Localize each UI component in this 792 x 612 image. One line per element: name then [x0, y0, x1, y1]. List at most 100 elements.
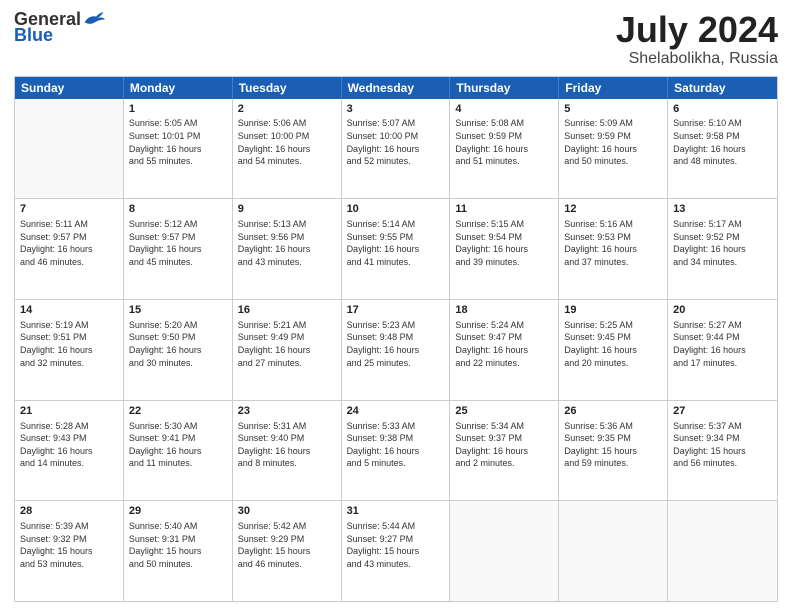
day-2: 2Sunrise: 5:06 AM Sunset: 10:00 PM Dayli… — [233, 99, 342, 199]
weekday-wednesday: Wednesday — [342, 77, 451, 99]
day-21: 21Sunrise: 5:28 AM Sunset: 9:43 PM Dayli… — [15, 401, 124, 501]
day-3: 3Sunrise: 5:07 AM Sunset: 10:00 PM Dayli… — [342, 99, 451, 199]
day-number-13: 13 — [673, 202, 772, 217]
day-6: 6Sunrise: 5:10 AM Sunset: 9:58 PM Daylig… — [668, 99, 777, 199]
day-28: 28Sunrise: 5:39 AM Sunset: 9:32 PM Dayli… — [15, 501, 124, 601]
header: General Blue July 2024 Shelabolikha, Rus… — [14, 10, 778, 68]
day-13: 13Sunrise: 5:17 AM Sunset: 9:52 PM Dayli… — [668, 199, 777, 299]
day-info-4: Sunrise: 5:08 AM Sunset: 9:59 PM Dayligh… — [455, 117, 553, 167]
day-number-31: 31 — [347, 504, 445, 519]
empty-cell — [450, 501, 559, 601]
day-number-24: 24 — [347, 404, 445, 419]
weekday-friday: Friday — [559, 77, 668, 99]
day-info-13: Sunrise: 5:17 AM Sunset: 9:52 PM Dayligh… — [673, 218, 772, 268]
day-info-3: Sunrise: 5:07 AM Sunset: 10:00 PM Daylig… — [347, 117, 445, 167]
day-number-22: 22 — [129, 404, 227, 419]
day-number-2: 2 — [238, 102, 336, 117]
day-info-30: Sunrise: 5:42 AM Sunset: 9:29 PM Dayligh… — [238, 520, 336, 570]
day-30: 30Sunrise: 5:42 AM Sunset: 9:29 PM Dayli… — [233, 501, 342, 601]
day-1: 1Sunrise: 5:05 AM Sunset: 10:01 PM Dayli… — [124, 99, 233, 199]
day-info-14: Sunrise: 5:19 AM Sunset: 9:51 PM Dayligh… — [20, 319, 118, 369]
day-number-17: 17 — [347, 303, 445, 318]
day-info-19: Sunrise: 5:25 AM Sunset: 9:45 PM Dayligh… — [564, 319, 662, 369]
weekday-sunday: Sunday — [15, 77, 124, 99]
day-number-15: 15 — [129, 303, 227, 318]
calendar-body: 1Sunrise: 5:05 AM Sunset: 10:01 PM Dayli… — [15, 99, 777, 601]
day-number-1: 1 — [129, 102, 227, 117]
day-number-28: 28 — [20, 504, 118, 519]
day-24: 24Sunrise: 5:33 AM Sunset: 9:38 PM Dayli… — [342, 401, 451, 501]
calendar-week-4: 21Sunrise: 5:28 AM Sunset: 9:43 PM Dayli… — [15, 401, 777, 502]
empty-cell — [668, 501, 777, 601]
day-info-10: Sunrise: 5:14 AM Sunset: 9:55 PM Dayligh… — [347, 218, 445, 268]
calendar: Sunday Monday Tuesday Wednesday Thursday… — [14, 76, 778, 602]
day-number-7: 7 — [20, 202, 118, 217]
day-info-17: Sunrise: 5:23 AM Sunset: 9:48 PM Dayligh… — [347, 319, 445, 369]
page: General Blue July 2024 Shelabolikha, Rus… — [0, 0, 792, 612]
day-number-6: 6 — [673, 102, 772, 117]
day-info-23: Sunrise: 5:31 AM Sunset: 9:40 PM Dayligh… — [238, 420, 336, 470]
day-29: 29Sunrise: 5:40 AM Sunset: 9:31 PM Dayli… — [124, 501, 233, 601]
day-number-19: 19 — [564, 303, 662, 318]
calendar-week-5: 28Sunrise: 5:39 AM Sunset: 9:32 PM Dayli… — [15, 501, 777, 601]
day-info-6: Sunrise: 5:10 AM Sunset: 9:58 PM Dayligh… — [673, 117, 772, 167]
day-number-10: 10 — [347, 202, 445, 217]
day-number-30: 30 — [238, 504, 336, 519]
day-16: 16Sunrise: 5:21 AM Sunset: 9:49 PM Dayli… — [233, 300, 342, 400]
day-8: 8Sunrise: 5:12 AM Sunset: 9:57 PM Daylig… — [124, 199, 233, 299]
title-block: July 2024 Shelabolikha, Russia — [616, 10, 778, 68]
day-number-9: 9 — [238, 202, 336, 217]
day-5: 5Sunrise: 5:09 AM Sunset: 9:59 PM Daylig… — [559, 99, 668, 199]
day-27: 27Sunrise: 5:37 AM Sunset: 9:34 PM Dayli… — [668, 401, 777, 501]
day-number-26: 26 — [564, 404, 662, 419]
day-23: 23Sunrise: 5:31 AM Sunset: 9:40 PM Dayli… — [233, 401, 342, 501]
weekday-thursday: Thursday — [450, 77, 559, 99]
logo-bird-icon — [83, 9, 105, 27]
day-number-4: 4 — [455, 102, 553, 117]
day-info-31: Sunrise: 5:44 AM Sunset: 9:27 PM Dayligh… — [347, 520, 445, 570]
day-22: 22Sunrise: 5:30 AM Sunset: 9:41 PM Dayli… — [124, 401, 233, 501]
weekday-monday: Monday — [124, 77, 233, 99]
day-9: 9Sunrise: 5:13 AM Sunset: 9:56 PM Daylig… — [233, 199, 342, 299]
day-number-16: 16 — [238, 303, 336, 318]
day-info-9: Sunrise: 5:13 AM Sunset: 9:56 PM Dayligh… — [238, 218, 336, 268]
day-info-20: Sunrise: 5:27 AM Sunset: 9:44 PM Dayligh… — [673, 319, 772, 369]
day-info-2: Sunrise: 5:06 AM Sunset: 10:00 PM Daylig… — [238, 117, 336, 167]
day-info-24: Sunrise: 5:33 AM Sunset: 9:38 PM Dayligh… — [347, 420, 445, 470]
day-number-23: 23 — [238, 404, 336, 419]
day-number-14: 14 — [20, 303, 118, 318]
day-info-26: Sunrise: 5:36 AM Sunset: 9:35 PM Dayligh… — [564, 420, 662, 470]
empty-cell — [559, 501, 668, 601]
day-info-7: Sunrise: 5:11 AM Sunset: 9:57 PM Dayligh… — [20, 218, 118, 268]
day-info-21: Sunrise: 5:28 AM Sunset: 9:43 PM Dayligh… — [20, 420, 118, 470]
day-info-12: Sunrise: 5:16 AM Sunset: 9:53 PM Dayligh… — [564, 218, 662, 268]
day-11: 11Sunrise: 5:15 AM Sunset: 9:54 PM Dayli… — [450, 199, 559, 299]
location-title: Shelabolikha, Russia — [616, 50, 778, 68]
day-number-18: 18 — [455, 303, 553, 318]
day-25: 25Sunrise: 5:34 AM Sunset: 9:37 PM Dayli… — [450, 401, 559, 501]
day-7: 7Sunrise: 5:11 AM Sunset: 9:57 PM Daylig… — [15, 199, 124, 299]
day-info-18: Sunrise: 5:24 AM Sunset: 9:47 PM Dayligh… — [455, 319, 553, 369]
day-4: 4Sunrise: 5:08 AM Sunset: 9:59 PM Daylig… — [450, 99, 559, 199]
calendar-week-3: 14Sunrise: 5:19 AM Sunset: 9:51 PM Dayli… — [15, 300, 777, 401]
day-info-1: Sunrise: 5:05 AM Sunset: 10:01 PM Daylig… — [129, 117, 227, 167]
day-number-20: 20 — [673, 303, 772, 318]
day-15: 15Sunrise: 5:20 AM Sunset: 9:50 PM Dayli… — [124, 300, 233, 400]
day-info-11: Sunrise: 5:15 AM Sunset: 9:54 PM Dayligh… — [455, 218, 553, 268]
day-info-8: Sunrise: 5:12 AM Sunset: 9:57 PM Dayligh… — [129, 218, 227, 268]
day-info-22: Sunrise: 5:30 AM Sunset: 9:41 PM Dayligh… — [129, 420, 227, 470]
day-12: 12Sunrise: 5:16 AM Sunset: 9:53 PM Dayli… — [559, 199, 668, 299]
day-19: 19Sunrise: 5:25 AM Sunset: 9:45 PM Dayli… — [559, 300, 668, 400]
day-20: 20Sunrise: 5:27 AM Sunset: 9:44 PM Dayli… — [668, 300, 777, 400]
day-number-21: 21 — [20, 404, 118, 419]
day-number-11: 11 — [455, 202, 553, 217]
day-18: 18Sunrise: 5:24 AM Sunset: 9:47 PM Dayli… — [450, 300, 559, 400]
day-number-12: 12 — [564, 202, 662, 217]
day-number-5: 5 — [564, 102, 662, 117]
day-number-25: 25 — [455, 404, 553, 419]
weekday-saturday: Saturday — [668, 77, 777, 99]
day-10: 10Sunrise: 5:14 AM Sunset: 9:55 PM Dayli… — [342, 199, 451, 299]
day-info-28: Sunrise: 5:39 AM Sunset: 9:32 PM Dayligh… — [20, 520, 118, 570]
day-number-8: 8 — [129, 202, 227, 217]
day-info-5: Sunrise: 5:09 AM Sunset: 9:59 PM Dayligh… — [564, 117, 662, 167]
